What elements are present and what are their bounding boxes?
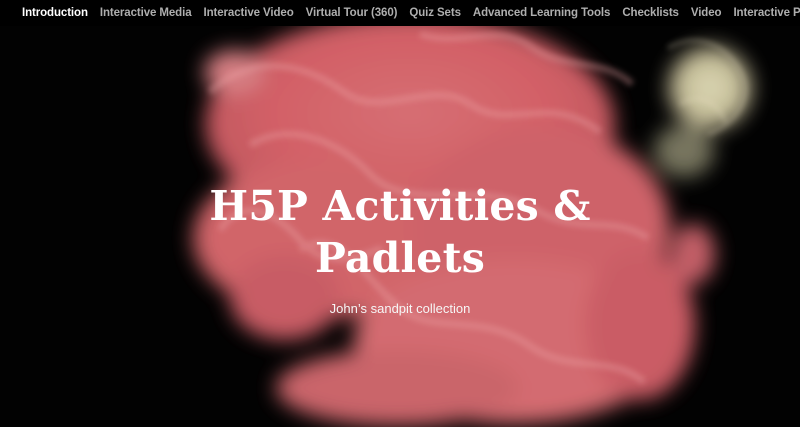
nav-item-advanced-learning-tools[interactable]: Advanced Learning Tools [473, 0, 611, 26]
nav-item-interactive-padlet[interactable]: Interactive Padlet [733, 0, 800, 26]
hero-subtitle: John’s sandpit collection [329, 301, 471, 316]
top-navigation: Introduction Interactive Media Interacti… [0, 0, 800, 26]
hero-title: H5P Activities & Padlets [209, 182, 591, 282]
nav-item-interactive-media[interactable]: Interactive Media [100, 0, 192, 26]
nav-item-introduction[interactable]: Introduction [22, 0, 88, 26]
site-page: Introduction Interactive Media Interacti… [0, 0, 800, 427]
nav-item-video[interactable]: Video [691, 0, 722, 26]
nav-item-virtual-tour-360[interactable]: Virtual Tour (360) [306, 0, 398, 26]
hero-content: H5P Activities & Padlets John’s sandpit … [0, 180, 800, 316]
navigation-menu: Introduction Interactive Media Interacti… [0, 0, 800, 26]
nav-item-quiz-sets[interactable]: Quiz Sets [409, 0, 461, 26]
nav-item-checklists[interactable]: Checklists [622, 0, 679, 26]
nav-item-interactive-video[interactable]: Interactive Video [204, 0, 294, 26]
